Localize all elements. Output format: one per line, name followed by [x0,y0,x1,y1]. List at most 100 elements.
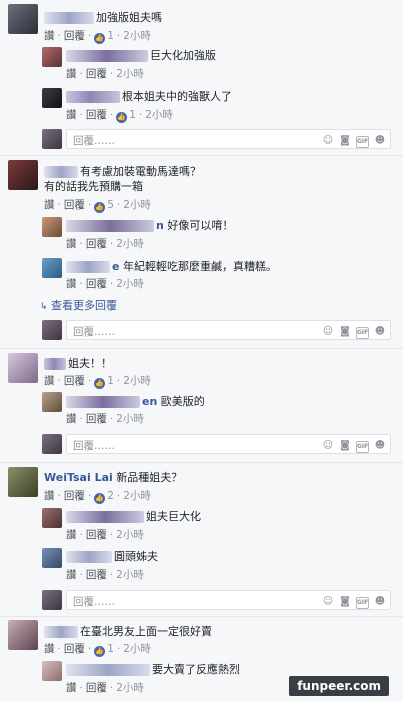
avatar[interactable] [42,258,62,278]
camera-icon[interactable]: ◙ [339,596,351,608]
author-name[interactable] [44,626,78,638]
avatar[interactable] [42,47,62,67]
smile-icon[interactable]: ☺ [322,326,334,338]
camera-icon[interactable]: ◙ [339,135,351,147]
smile-icon[interactable]: ☺ [322,135,334,147]
avatar[interactable] [42,661,62,681]
view-more-replies-link[interactable]: ↳ 查看更多回覆 [40,297,117,313]
timestamp[interactable]: 2小時 [116,413,144,425]
comment-text: 在臺北男友上面一定很好賣 [44,625,212,639]
timestamp[interactable]: 2小時 [116,238,144,250]
reply-input[interactable]: 回覆…… ☺ ◙ GIF ☻ [66,129,391,149]
like-count[interactable]: 5 [107,199,114,211]
timestamp[interactable]: 2小時 [116,278,144,290]
reply-button[interactable]: 回覆 [86,109,107,121]
author-name[interactable] [66,664,150,676]
reply-input[interactable]: 回覆…… ☺ ◙ GIF ☻ [66,320,391,340]
like-button[interactable]: 讚 [66,413,77,425]
gif-icon[interactable]: GIF [356,441,369,453]
timestamp[interactable]: 2小時 [116,569,144,581]
timestamp[interactable]: 2小時 [123,643,151,655]
reply-button[interactable]: 回覆 [64,643,85,655]
author-name[interactable] [66,91,120,103]
like-button[interactable]: 讚 [44,643,55,655]
gif-icon[interactable]: GIF [356,327,369,339]
author-name[interactable] [66,396,140,408]
reply-button[interactable]: 回覆 [86,68,107,80]
like-count[interactable]: 1 [107,30,114,42]
timestamp[interactable]: 2小時 [145,109,173,121]
reply-button[interactable]: 回覆 [86,569,107,581]
avatar[interactable] [42,217,62,237]
divider [0,348,403,349]
comment-actions: 讚 · 回覆 · 👍 5 · 2小時 [44,199,151,213]
reply-actions: 讚 · 回覆 · 2小時 [66,68,144,80]
avatar[interactable] [42,508,62,528]
reply-actions: 讚 · 回覆 · 2小時 [66,529,144,541]
like-count[interactable]: 1 [129,109,136,121]
reply-button[interactable]: 回覆 [86,278,107,290]
camera-icon[interactable]: ◙ [339,440,351,452]
timestamp[interactable]: 2小時 [123,375,151,387]
author-name[interactable] [66,261,110,273]
like-button[interactable]: 讚 [44,375,55,387]
timestamp[interactable]: 2小時 [116,68,144,80]
author-name[interactable] [66,50,148,62]
comment-actions: 讚 · 回覆 · 👍 1 · 2小時 [44,30,151,44]
avatar[interactable] [8,4,38,34]
reply-button[interactable]: 回覆 [86,682,107,694]
timestamp[interactable]: 2小時 [123,490,151,502]
avatar[interactable] [8,620,38,650]
avatar[interactable] [8,467,38,497]
avatar[interactable] [8,353,38,383]
timestamp[interactable]: 2小時 [123,199,151,211]
sticker-icon[interactable]: ☻ [374,135,386,147]
sticker-icon[interactable]: ☻ [374,596,386,608]
like-button[interactable]: 讚 [66,238,77,250]
reply-input[interactable]: 回覆…… ☺ ◙ GIF ☻ [66,590,391,610]
reply-button[interactable]: 回覆 [86,238,107,250]
reply-button[interactable]: 回覆 [64,30,85,42]
avatar[interactable] [8,160,38,190]
timestamp[interactable]: 2小時 [123,30,151,42]
like-button[interactable]: 讚 [66,278,77,290]
gif-icon[interactable]: GIF [356,597,369,609]
timestamp[interactable]: 2小時 [116,529,144,541]
author-name[interactable] [44,166,78,178]
like-button[interactable]: 讚 [66,682,77,694]
timestamp[interactable]: 2小時 [116,682,144,694]
like-count[interactable]: 2 [107,490,114,502]
author-name[interactable]: WeiTsai Lai [44,471,113,484]
like-count[interactable]: 1 [107,643,114,655]
like-count[interactable]: 1 [107,375,114,387]
avatar[interactable] [42,88,62,108]
like-button[interactable]: 讚 [66,569,77,581]
like-button[interactable]: 讚 [66,529,77,541]
like-button[interactable]: 讚 [66,68,77,80]
sticker-icon[interactable]: ☻ [374,326,386,338]
like-icon: 👍 [94,493,106,504]
gif-icon[interactable]: GIF [356,136,369,148]
avatar [42,434,62,454]
sticker-icon[interactable]: ☻ [374,440,386,452]
like-button[interactable]: 讚 [66,109,77,121]
author-name[interactable] [66,551,112,563]
like-button[interactable]: 讚 [44,30,55,42]
reply-input[interactable]: 回覆…… ☺ ◙ GIF ☻ [66,434,391,454]
reply-button[interactable]: 回覆 [64,490,85,502]
author-name[interactable] [44,358,66,370]
avatar[interactable] [42,392,62,412]
avatar[interactable] [42,548,62,568]
like-button[interactable]: 讚 [44,490,55,502]
like-button[interactable]: 讚 [44,199,55,211]
reply-button[interactable]: 回覆 [86,529,107,541]
author-name[interactable] [66,511,144,523]
author-name[interactable] [44,12,94,24]
reply-button[interactable]: 回覆 [64,375,85,387]
reply-button[interactable]: 回覆 [86,413,107,425]
camera-icon[interactable]: ◙ [339,326,351,338]
smile-icon[interactable]: ☺ [322,440,334,452]
smile-icon[interactable]: ☺ [322,596,334,608]
reply-button[interactable]: 回覆 [64,199,85,211]
author-name[interactable] [66,220,154,232]
